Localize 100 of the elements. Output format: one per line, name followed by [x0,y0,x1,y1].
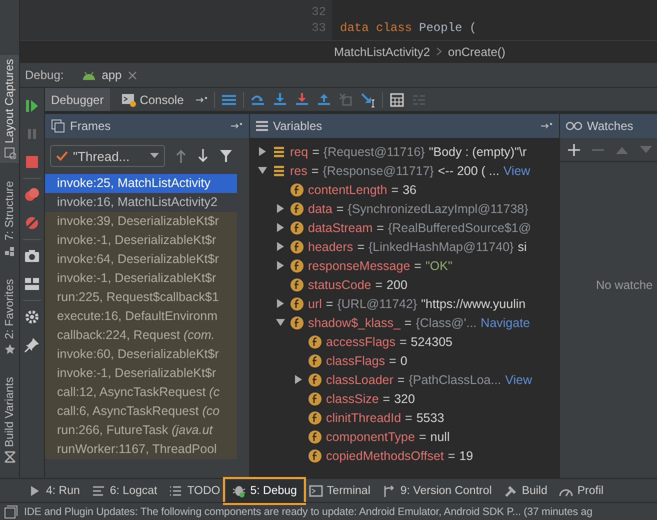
tool-window-tab[interactable]: TODO [163,480,226,502]
resume-icon[interactable] [24,98,40,114]
equals-sign: = [418,430,426,444]
pin-arrow-icon[interactable] [231,121,243,131]
force-step-into-icon[interactable] [294,92,310,108]
stop-icon[interactable] [24,154,40,170]
variables-icon [256,120,268,132]
tool-window-tab[interactable]: 5: Debug [226,480,303,502]
pin-arrow-icon[interactable] [196,94,208,104]
tool-window-tab[interactable]: 7: Structure [0,177,19,261]
pin-arrow-icon[interactable] [541,121,553,131]
status-message: IDE and Plugin Updates: The following components are ready to update: Android Emulator, Android SDK P... (37 minutes ag [24,506,592,518]
stack-frame[interactable]: invoke:64, DeserializableKt$r [45,250,237,269]
run-to-cursor-icon[interactable] [360,92,376,108]
equals-sign: = [382,392,390,406]
tool-window-tab[interactable]: Build [498,480,554,502]
filter-icon[interactable] [219,149,233,163]
calculator-icon[interactable] [388,92,405,108]
variable-name: responseMessage [308,258,410,272]
terminal-icon [308,484,323,498]
layout-icon[interactable] [24,276,40,292]
pin-icon[interactable] [24,337,40,353]
equals-sign: = [399,334,407,348]
stack-frame[interactable]: invoke:-1, DeserializableKt$r [45,231,237,250]
stack-frame[interactable]: call:12, AsyncTaskRequest (c [45,383,237,402]
thread-dropdown[interactable]: "Thread... [50,145,165,167]
android-icon [82,70,96,80]
tool-window-tab[interactable]: 4: Run [22,480,86,502]
object-reference: {PathClassLoa... [408,372,502,386]
field-icon [308,410,322,424]
expand-arrow-icon[interactable] [276,299,284,308]
expand-arrow-icon[interactable] [276,223,284,232]
tool-window-icon [4,244,16,257]
object-reference: {RealBufferedSource$1@ [388,220,532,234]
stack-frame[interactable]: invoke:25, MatchListActivity [45,174,237,193]
stack-frame[interactable]: call:6, AsyncTaskRequest (co [45,402,237,421]
breadcrumb-item[interactable]: onCreate() [448,44,506,58]
tool-window-tab[interactable]: Build Variants [0,372,19,468]
breakpoints-icon[interactable] [24,187,40,203]
view-link[interactable]: View [505,372,532,386]
field-icon [290,316,304,330]
step-out-icon[interactable] [316,92,332,108]
equals-sign: = [336,202,344,216]
stack-frame[interactable]: run:225, Request$callback$1 [45,288,237,307]
debugger-tab[interactable]: Console [116,88,190,111]
stack-frame[interactable]: run:266, FutureTask (java.ut [45,421,237,440]
collapse-arrow-icon[interactable] [276,318,284,327]
stack-frame[interactable]: callback:224, Request (com. [45,326,237,345]
expand-arrow-icon[interactable] [294,375,302,384]
stack-frame[interactable]: invoke:39, DeserializableKt$r [45,212,237,231]
tool-window-icon [4,451,16,464]
expand-arrow-icon[interactable] [258,147,266,156]
view-link[interactable]: Navigate [480,316,530,330]
field-icon [308,334,322,348]
equals-sign: = [326,296,334,310]
view-link[interactable]: View [503,164,530,178]
stack-frame[interactable]: runWorker:1167, ThreadPool [45,440,237,459]
expand-arrow-icon[interactable] [276,242,284,251]
glasses-icon [566,121,582,131]
debugger-tab[interactable]: Debugger [45,88,110,111]
check-icon [56,151,68,161]
variable-name: res [290,164,308,178]
stack-frame[interactable]: invoke:-1, DeserializableKt$r [45,269,237,288]
threads-icon[interactable] [220,92,237,106]
variable-value: 19 [459,448,474,462]
variable-name: accessFlags [326,334,396,348]
stack-frame[interactable]: execute:16, DefaultEnvironm [45,307,237,326]
stack-frame[interactable]: invoke:-1, DeserializableKt$r [45,364,237,383]
add-icon[interactable] [568,144,580,156]
field-icon [290,182,304,196]
expand-arrow-icon[interactable] [276,204,284,213]
tool-window-tab[interactable]: 2: Favorites [0,274,19,359]
stack-frame[interactable]: invoke:60, DeserializableKt$r [45,345,237,364]
tool-window-tab[interactable]: 6: Logcat [86,480,164,502]
variable-value: null [430,430,450,444]
expand-arrow-icon[interactable] [276,261,284,270]
tool-window-tab[interactable]: 9: Version Control [376,480,498,502]
panel-title: Frames [70,119,111,133]
field-icon [308,448,322,462]
close-icon[interactable] [128,70,137,80]
tool-window-tab[interactable]: Profil [553,480,610,502]
collapse-arrow-icon[interactable] [258,166,266,175]
tool-window-tab[interactable]: Layout Captures [0,55,19,164]
tool-window-tab[interactable]: Terminal [302,480,376,502]
camera-icon[interactable] [24,248,40,264]
equals-sign: = [414,258,422,272]
object-reference: {LinkedHashMap@11740} [368,240,514,254]
step-into-icon[interactable] [272,92,288,108]
variable-name: req [290,144,308,158]
equals-sign: = [312,144,320,158]
equals-sign: = [404,316,412,330]
breadcrumb-item[interactable]: MatchListActivity2 [334,44,430,58]
mute-breakpoints-icon[interactable] [24,215,40,231]
equals-sign: = [448,448,456,462]
down-arrow-icon[interactable] [197,149,209,163]
variable-value: 320 [394,392,415,406]
variable-name: dataStream [308,220,373,234]
settings-icon[interactable] [24,309,40,325]
equals-sign: = [389,354,396,368]
field-icon [290,220,304,234]
